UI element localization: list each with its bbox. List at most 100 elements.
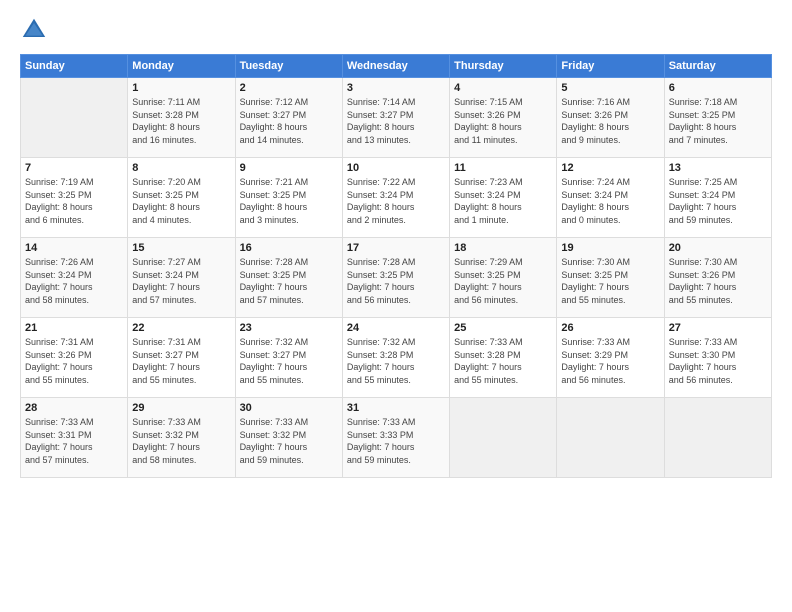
- calendar-cell: 16Sunrise: 7:28 AMSunset: 3:25 PMDayligh…: [235, 238, 342, 318]
- day-number: 6: [669, 82, 767, 94]
- calendar-week-row: 7 Sunrise: 7:19 AMSunset: 3:25 PMDaylight…: [21, 158, 772, 238]
- col-header-wednesday: Wednesday: [342, 55, 449, 78]
- day-number: 29: [132, 402, 230, 414]
- calendar-cell: 12Sunrise: 7:24 AMSunset: 3:24 PMDayligh…: [557, 158, 664, 238]
- day-info: Sunrise: 7:30 AMSunset: 3:26 PMDaylight:…: [669, 256, 767, 306]
- calendar-cell: 24 Sunrise: 7:32 AMSunset: 3:28 PMDayligh…: [342, 318, 449, 398]
- calendar-cell: 27Sunrise: 7:33 AMSunset: 3:30 PMDayligh…: [664, 318, 771, 398]
- day-info: Sunrise: 7:22 AMSunset: 3:24 PMDaylight:…: [347, 176, 445, 226]
- day-info: Sunrise: 7:21 AMSunset: 3:25 PMDaylight:…: [240, 176, 338, 226]
- calendar-cell: 10 Sunrise: 7:22 AMSunset: 3:24 PMDayligh…: [342, 158, 449, 238]
- day-info: Sunrise: 7:31 AMSunset: 3:26 PMDaylight:…: [25, 336, 123, 386]
- day-info: Sunrise: 7:32 AMSunset: 3:28 PMDaylight:…: [347, 336, 445, 386]
- day-number: 25: [454, 322, 552, 334]
- col-header-saturday: Saturday: [664, 55, 771, 78]
- day-number: 31: [347, 402, 445, 414]
- day-number: 8: [132, 162, 230, 174]
- day-info: Sunrise: 7:11 AMSunset: 3:28 PMDaylight:…: [132, 96, 230, 146]
- calendar-cell: [450, 398, 557, 478]
- day-number: 21: [25, 322, 123, 334]
- day-number: 5: [561, 82, 659, 94]
- day-number: 28: [25, 402, 123, 414]
- logo: [20, 16, 52, 44]
- calendar-cell: 29 Sunrise: 7:33 AMSunset: 3:32 PMDayligh…: [128, 398, 235, 478]
- calendar-week-row: 28 Sunrise: 7:33 AMSunset: 3:31 PMDayligh…: [21, 398, 772, 478]
- calendar-cell: 1 Sunrise: 7:11 AMSunset: 3:28 PMDaylight…: [128, 78, 235, 158]
- day-info: Sunrise: 7:33 AMSunset: 3:31 PMDaylight:…: [25, 416, 123, 466]
- day-number: 14: [25, 242, 123, 254]
- col-header-tuesday: Tuesday: [235, 55, 342, 78]
- day-info: Sunrise: 7:16 AMSunset: 3:26 PMDaylight:…: [561, 96, 659, 146]
- day-info: Sunrise: 7:18 AMSunset: 3:25 PMDaylight:…: [669, 96, 767, 146]
- day-info: Sunrise: 7:29 AMSunset: 3:25 PMDaylight:…: [454, 256, 552, 306]
- day-number: 13: [669, 162, 767, 174]
- calendar-cell: 8 Sunrise: 7:20 AMSunset: 3:25 PMDaylight…: [128, 158, 235, 238]
- day-info: Sunrise: 7:14 AMSunset: 3:27 PMDaylight:…: [347, 96, 445, 146]
- day-number: 20: [669, 242, 767, 254]
- day-info: Sunrise: 7:27 AMSunset: 3:24 PMDaylight:…: [132, 256, 230, 306]
- col-header-thursday: Thursday: [450, 55, 557, 78]
- day-number: 10: [347, 162, 445, 174]
- calendar-cell: 25 Sunrise: 7:33 AMSunset: 3:28 PMDayligh…: [450, 318, 557, 398]
- calendar-cell: 2Sunrise: 7:12 AMSunset: 3:27 PMDaylight…: [235, 78, 342, 158]
- calendar-week-row: 14Sunrise: 7:26 AMSunset: 3:24 PMDayligh…: [21, 238, 772, 318]
- day-number: 7: [25, 162, 123, 174]
- day-number: 4: [454, 82, 552, 94]
- col-header-sunday: Sunday: [21, 55, 128, 78]
- calendar-cell: 20 Sunrise: 7:30 AMSunset: 3:26 PMDayligh…: [664, 238, 771, 318]
- calendar-week-row: 1 Sunrise: 7:11 AMSunset: 3:28 PMDaylight…: [21, 78, 772, 158]
- calendar-cell: 19 Sunrise: 7:30 AMSunset: 3:25 PMDayligh…: [557, 238, 664, 318]
- day-info: Sunrise: 7:28 AMSunset: 3:25 PMDaylight:…: [240, 256, 338, 306]
- day-info: Sunrise: 7:33 AMSunset: 3:28 PMDaylight:…: [454, 336, 552, 386]
- day-info: Sunrise: 7:33 AMSunset: 3:32 PMDaylight:…: [132, 416, 230, 466]
- calendar-table: SundayMondayTuesdayWednesdayThursdayFrid…: [20, 54, 772, 478]
- day-info: Sunrise: 7:31 AMSunset: 3:27 PMDaylight:…: [132, 336, 230, 386]
- day-info: Sunrise: 7:28 AMSunset: 3:25 PMDaylight:…: [347, 256, 445, 306]
- day-number: 1: [132, 82, 230, 94]
- calendar-cell: 18 Sunrise: 7:29 AMSunset: 3:25 PMDayligh…: [450, 238, 557, 318]
- calendar-cell: [21, 78, 128, 158]
- calendar-cell: 13Sunrise: 7:25 AMSunset: 3:24 PMDayligh…: [664, 158, 771, 238]
- calendar-cell: 14Sunrise: 7:26 AMSunset: 3:24 PMDayligh…: [21, 238, 128, 318]
- calendar-cell: 9 Sunrise: 7:21 AMSunset: 3:25 PMDaylight…: [235, 158, 342, 238]
- calendar-cell: 17 Sunrise: 7:28 AMSunset: 3:25 PMDayligh…: [342, 238, 449, 318]
- day-info: Sunrise: 7:23 AMSunset: 3:24 PMDaylight:…: [454, 176, 552, 226]
- calendar-cell: 6 Sunrise: 7:18 AMSunset: 3:25 PMDaylight…: [664, 78, 771, 158]
- calendar-week-row: 21 Sunrise: 7:31 AMSunset: 3:26 PMDayligh…: [21, 318, 772, 398]
- calendar-cell: 3 Sunrise: 7:14 AMSunset: 3:27 PMDaylight…: [342, 78, 449, 158]
- col-header-friday: Friday: [557, 55, 664, 78]
- day-number: 12: [561, 162, 659, 174]
- day-number: 17: [347, 242, 445, 254]
- day-number: 23: [240, 322, 338, 334]
- calendar-cell: 5 Sunrise: 7:16 AMSunset: 3:26 PMDaylight…: [557, 78, 664, 158]
- day-number: 26: [561, 322, 659, 334]
- calendar-cell: 15Sunrise: 7:27 AMSunset: 3:24 PMDayligh…: [128, 238, 235, 318]
- day-info: Sunrise: 7:12 AMSunset: 3:27 PMDaylight:…: [240, 96, 338, 146]
- day-info: Sunrise: 7:30 AMSunset: 3:25 PMDaylight:…: [561, 256, 659, 306]
- calendar-cell: 28 Sunrise: 7:33 AMSunset: 3:31 PMDayligh…: [21, 398, 128, 478]
- logo-icon: [20, 16, 48, 44]
- day-info: Sunrise: 7:19 AMSunset: 3:25 PMDaylight:…: [25, 176, 123, 226]
- day-number: 19: [561, 242, 659, 254]
- day-number: 3: [347, 82, 445, 94]
- day-info: Sunrise: 7:33 AMSunset: 3:29 PMDaylight:…: [561, 336, 659, 386]
- calendar-cell: 4 Sunrise: 7:15 AMSunset: 3:26 PMDaylight…: [450, 78, 557, 158]
- header: [20, 16, 772, 44]
- day-number: 11: [454, 162, 552, 174]
- calendar-cell: 11 Sunrise: 7:23 AMSunset: 3:24 PMDayligh…: [450, 158, 557, 238]
- day-info: Sunrise: 7:33 AMSunset: 3:33 PMDaylight:…: [347, 416, 445, 466]
- calendar-cell: [557, 398, 664, 478]
- day-info: Sunrise: 7:15 AMSunset: 3:26 PMDaylight:…: [454, 96, 552, 146]
- day-number: 24: [347, 322, 445, 334]
- calendar-cell: 31 Sunrise: 7:33 AMSunset: 3:33 PMDayligh…: [342, 398, 449, 478]
- calendar-cell: [664, 398, 771, 478]
- calendar-cell: 23Sunrise: 7:32 AMSunset: 3:27 PMDayligh…: [235, 318, 342, 398]
- calendar-cell: 22Sunrise: 7:31 AMSunset: 3:27 PMDayligh…: [128, 318, 235, 398]
- calendar-header-row: SundayMondayTuesdayWednesdayThursdayFrid…: [21, 55, 772, 78]
- page: SundayMondayTuesdayWednesdayThursdayFrid…: [0, 0, 792, 612]
- day-info: Sunrise: 7:20 AMSunset: 3:25 PMDaylight:…: [132, 176, 230, 226]
- day-number: 9: [240, 162, 338, 174]
- day-number: 18: [454, 242, 552, 254]
- col-header-monday: Monday: [128, 55, 235, 78]
- calendar-cell: 26 Sunrise: 7:33 AMSunset: 3:29 PMDayligh…: [557, 318, 664, 398]
